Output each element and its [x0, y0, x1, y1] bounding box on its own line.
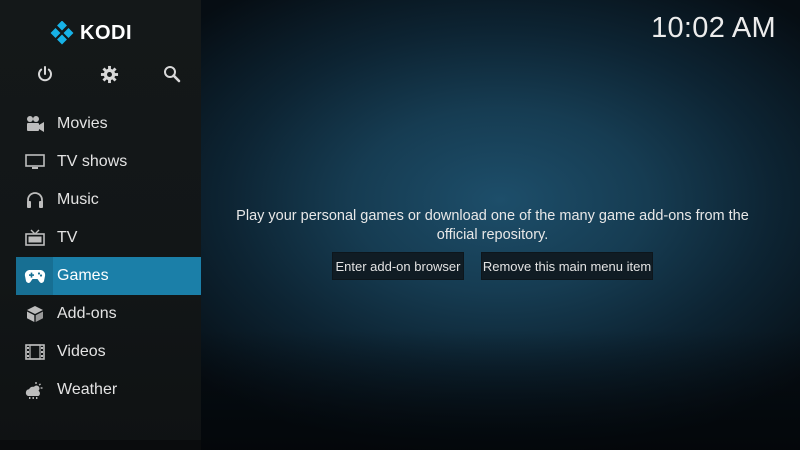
film-strip-icon: [24, 344, 45, 360]
power-icon[interactable]: [31, 60, 59, 88]
headphones-icon: [26, 191, 44, 209]
app-name: KODI: [80, 21, 132, 44]
sidebar: KODI Movies TV shows Music TV Games Add-…: [0, 0, 201, 450]
menu-item-tv[interactable]: TV: [16, 219, 201, 257]
menu-item-label: Music: [57, 191, 99, 208]
gear-icon[interactable]: [95, 60, 123, 88]
games-empty-message: Play your personal games or download one…: [236, 208, 749, 243]
kodi-logo-icon: [50, 21, 74, 45]
remove-main-menu-item-button[interactable]: Remove this main menu item: [481, 252, 653, 280]
clock: 10:02 AM: [651, 12, 776, 44]
menu-item-label: TV shows: [57, 153, 128, 170]
movie-camera-icon: [25, 115, 45, 133]
sidebar-footer: [0, 440, 201, 450]
main-menu: Movies TV shows Music TV Games Add-ons V…: [16, 105, 201, 409]
menu-item-label: TV: [57, 229, 78, 246]
menu-item-tv-shows[interactable]: TV shows: [16, 143, 201, 181]
weather-cloud-icon: [24, 381, 46, 399]
kodi-logo: KODI: [50, 18, 132, 48]
menu-item-label: Add-ons: [57, 305, 117, 322]
monitor-icon: [24, 154, 45, 170]
addons-box-icon: [26, 305, 44, 323]
top-icon-bar: [0, 60, 201, 88]
gamepad-icon: [24, 268, 46, 284]
menu-item-videos[interactable]: Videos: [16, 333, 201, 371]
menu-item-music[interactable]: Music: [16, 181, 201, 219]
menu-item-label: Videos: [57, 343, 106, 360]
menu-item-weather[interactable]: Weather: [16, 371, 201, 409]
menu-item-label: Movies: [57, 115, 108, 132]
menu-item-games[interactable]: Games: [16, 257, 201, 295]
menu-item-label: Weather: [57, 381, 118, 398]
search-icon[interactable]: [158, 60, 186, 88]
menu-item-label: Games: [57, 267, 109, 284]
tv-icon: [24, 229, 45, 247]
menu-item-add-ons[interactable]: Add-ons: [16, 295, 201, 333]
menu-item-movies[interactable]: Movies: [16, 105, 201, 143]
enter-addon-browser-button[interactable]: Enter add-on browser: [332, 252, 464, 280]
